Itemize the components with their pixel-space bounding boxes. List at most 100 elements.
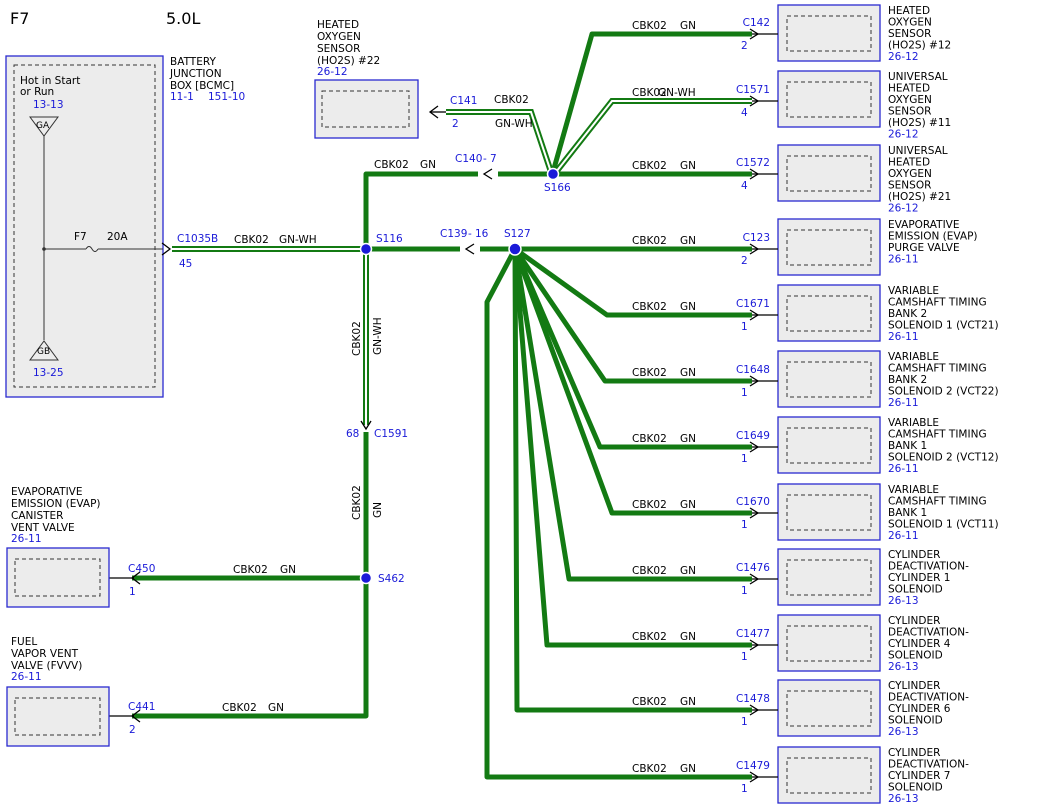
c1591-pin: 68 <box>346 428 359 440</box>
component-text-c1478-1: DEACTIVATION- <box>888 692 969 704</box>
c450-label: C450 <box>128 563 155 575</box>
splice-s127 <box>508 242 522 256</box>
component-text-c1571-0: UNIVERSAL <box>888 71 948 83</box>
component-inner-c1648 <box>786 361 872 398</box>
connector-arrows <box>108 105 493 723</box>
wire-label-c141-circuit: CBK02 <box>494 94 529 106</box>
component-text-c1477-0: CYLINDER <box>888 615 940 627</box>
component-text-c1572-2: OXYGEN <box>888 168 932 180</box>
connector-label-c1478: C1478 <box>736 693 770 705</box>
splice-s116-label: S116 <box>376 233 403 245</box>
right-components: C1422CBK02 GNHEATEDOXYGENSENSOR(HO2S) #12… <box>632 4 999 805</box>
c139-pin: 16 <box>475 228 489 240</box>
c140-dash: - <box>483 153 487 165</box>
ho2s22-line-2: OXYGEN <box>317 31 361 43</box>
component-text-c1479-3: SOLENOID <box>888 782 943 794</box>
splice-s166 <box>546 167 560 181</box>
connector-pin-c1648: 1 <box>741 387 748 399</box>
fuse-rating: 20A <box>107 231 128 243</box>
connector-label-c1476: C1476 <box>736 562 770 574</box>
wire-label-s116-c1591-color: GN-WH <box>372 317 384 355</box>
component-text-c1648-0: VARIABLE <box>888 351 939 363</box>
c1035b-pin: 45 <box>179 258 192 270</box>
wire-color-c123: GN <box>680 235 696 247</box>
connector-label-c123: C123 <box>743 232 770 244</box>
component-ref-c1649: 26-11 <box>888 463 919 475</box>
component-text-c1571-3: SENSOR <box>888 106 931 118</box>
wire-color-c1478: GN <box>680 696 696 708</box>
wire-circuit-c1478: CBK02 <box>632 696 667 708</box>
component-text-c142-3: (HO2S) #12 <box>888 40 951 52</box>
c1591-label: C1591 <box>374 428 408 440</box>
component-text-c1479-2: CYLINDER 7 <box>888 770 950 782</box>
component-ref-c123: 26-11 <box>888 254 919 266</box>
wire-color-c1477: GN <box>680 631 696 643</box>
component-text-c1478-2: CYLINDER 6 <box>888 703 951 715</box>
wiring-diagram: F7 5.0L BATTERY JUNCTION BOX [BCMC] 11-1… <box>5 4 999 805</box>
wire-color-c1649: GN <box>680 433 696 445</box>
component-text-c1648-3: SOLENOID 2 (VCT22) <box>888 386 999 398</box>
component-text-c1572-1: HEATED <box>888 157 930 169</box>
evap-vent-line-1: EVAPORATIVE <box>11 486 83 498</box>
component-ref-c1476: 26-13 <box>888 595 919 607</box>
component-inner-c1670 <box>786 494 872 531</box>
c140-label: C140 <box>455 153 482 165</box>
evap-vent-ref: 26-11 <box>11 533 42 545</box>
component-text-c1670-1: CAMSHAFT TIMING <box>888 496 987 508</box>
connector-pin-c1572: 4 <box>741 180 748 192</box>
connector-label-c1648: C1648 <box>736 364 770 376</box>
c141-label: C141 <box>450 95 477 107</box>
component-inner-c1476 <box>786 559 872 596</box>
component-ref-c1479: 26-13 <box>888 793 919 805</box>
wire-circuit-c1671: CBK02 <box>632 301 667 313</box>
wire-circuit-c1476: CBK02 <box>632 565 667 577</box>
component-text-c1476-2: CYLINDER 1 <box>888 572 950 584</box>
connector-label-c1670: C1670 <box>736 496 770 508</box>
wire-color-c1572: GN <box>680 160 696 172</box>
connector-label-c1571: C1571 <box>736 84 770 96</box>
c139-label: C139 <box>440 228 467 240</box>
component-text-c1478-0: CYLINDER <box>888 680 940 692</box>
component-text-c1477-2: CYLINDER 4 <box>888 638 951 650</box>
connector-pin-c1649: 1 <box>741 453 748 465</box>
component-text-c1648-1: CAMSHAFT TIMING <box>888 363 987 375</box>
connector-pin-c1670: 1 <box>741 519 748 531</box>
c139-arrow <box>464 243 475 255</box>
component-ref-c1648: 26-11 <box>888 397 919 409</box>
splice-s127-label: S127 <box>504 228 531 240</box>
ho2s22-line-1: HEATED <box>317 19 359 31</box>
fuse-name: F7 <box>74 231 87 243</box>
connector-pin-c123: 2 <box>741 255 748 267</box>
c140-pin: 7 <box>490 153 497 165</box>
component-text-c1477-1: DEACTIVATION- <box>888 627 969 639</box>
engine-label: 5.0L <box>166 9 200 28</box>
bjb-name-2: JUNCTION <box>169 68 222 80</box>
battery-junction-box <box>5 55 164 398</box>
component-text-c1649-1: CAMSHAFT TIMING <box>888 429 987 441</box>
wire-color-c1670: GN <box>680 499 696 511</box>
c441-label: C441 <box>128 701 155 713</box>
component-inner-c1571 <box>786 81 872 118</box>
component-inner-c123 <box>786 229 872 266</box>
c1035b-label: C1035B <box>177 233 218 245</box>
wire-circuit-c1648: CBK02 <box>632 367 667 379</box>
wire-label-s116-c140-circuit: CBK02 <box>374 159 409 171</box>
wire-label-c1035b-circuit: CBK02 <box>234 234 269 246</box>
component-ref-c1572: 26-12 <box>888 203 919 215</box>
splice-s166-label: S166 <box>544 182 571 194</box>
ga-label: GA <box>36 121 50 131</box>
wire-label-c441-color: GN <box>268 702 284 714</box>
component-text-c1670-3: SOLENOID 1 (VCT11) <box>888 519 999 531</box>
component-text-c1476-1: DEACTIVATION- <box>888 561 969 573</box>
component-inner-c1479 <box>786 757 872 794</box>
component-ref-c1671: 26-11 <box>888 331 919 343</box>
connector-pin-c1477: 1 <box>741 651 748 663</box>
bjb-ref-2: 151-10 <box>208 91 245 103</box>
bjb-top-ref: 13-13 <box>33 99 64 111</box>
fvvv-line-1: FUEL <box>11 636 37 648</box>
wire-circuit-c123: CBK02 <box>632 235 667 247</box>
component-text-c1671-2: BANK 2 <box>888 308 927 320</box>
component-text-c1671-1: CAMSHAFT TIMING <box>888 297 987 309</box>
c139-dash: - <box>468 228 472 240</box>
wire-color-c1571: GN-WH <box>658 87 696 99</box>
